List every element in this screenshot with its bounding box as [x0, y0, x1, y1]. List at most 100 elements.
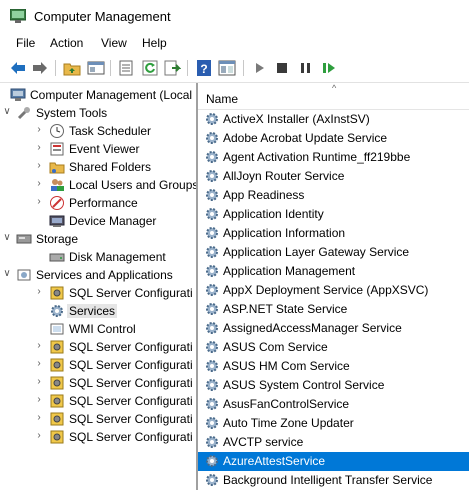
expand-chevron-right-icon[interactable]: › [34, 141, 44, 155]
expand-chevron-down-icon[interactable]: ∨ [2, 267, 12, 281]
service-name: AppX Deployment Service (AppXSVC) [223, 283, 429, 297]
tree-item-label: Services [67, 304, 118, 318]
back-icon[interactable] [9, 59, 27, 77]
expand-chevron-right-icon[interactable]: › [34, 429, 44, 443]
show-hide-tree-icon[interactable] [87, 59, 105, 77]
expand-chevron-right-icon[interactable]: › [34, 357, 44, 371]
expand-chevron-right-icon[interactable]: › [34, 285, 44, 299]
start-icon[interactable] [251, 59, 269, 77]
up-folder-icon[interactable] [63, 59, 81, 77]
service-row[interactable]: AsusFanControlService [198, 395, 469, 414]
service-name: AzureAttestService [223, 454, 326, 468]
tree-item[interactable]: › Event Viewer [0, 140, 196, 158]
service-gear-icon [204, 377, 220, 393]
resume-icon[interactable] [320, 59, 338, 77]
service-row[interactable]: App Readiness [198, 186, 469, 205]
view-icon[interactable] [218, 59, 236, 77]
service-row[interactable]: ActiveX Installer (AxInstSV) [198, 110, 469, 129]
services-list[interactable]: ^ Name ActiveX Installer (AxInstSV) Adobe… [198, 83, 469, 490]
tree-item[interactable]: › SQL Server Configurati [0, 428, 196, 446]
service-row[interactable]: AssignedAccessManager Service [198, 319, 469, 338]
pause-icon[interactable] [297, 59, 315, 77]
tree-item[interactable]: WMI Control [0, 320, 196, 338]
service-gear-icon [204, 434, 220, 450]
tree-item[interactable]: › SQL Server Configurati [0, 374, 196, 392]
expand-chevron-right-icon[interactable]: › [34, 411, 44, 425]
expand-chevron-right-icon[interactable]: › [34, 159, 44, 173]
service-gear-icon [204, 111, 220, 127]
tree-item[interactable]: Services [0, 302, 196, 320]
sql-config-icon [49, 393, 65, 409]
expand-chevron-down-icon[interactable]: ∨ [2, 105, 12, 119]
service-row[interactable]: ASUS System Control Service [198, 376, 469, 395]
column-header-name[interactable]: ^ Name [198, 83, 469, 110]
service-row[interactable]: Adobe Acrobat Update Service [198, 129, 469, 148]
menu-help[interactable]: Help [142, 36, 167, 50]
service-row[interactable]: Application Management [198, 262, 469, 281]
service-row[interactable]: Auto Time Zone Updater [198, 414, 469, 433]
service-row[interactable]: AppX Deployment Service (AppXSVC) [198, 281, 469, 300]
service-name: Auto Time Zone Updater [223, 416, 354, 430]
service-gear-icon [204, 453, 220, 469]
tree-item[interactable]: ∨ System Tools [0, 104, 196, 122]
disk-icon [49, 249, 65, 265]
service-row[interactable]: AzureAttestService [198, 452, 469, 471]
menu-view[interactable]: View [101, 36, 127, 50]
service-gear-icon [204, 396, 220, 412]
expand-chevron-right-icon[interactable]: › [34, 177, 44, 191]
expand-chevron-right-icon[interactable]: › [34, 375, 44, 389]
tree-item[interactable]: Computer Management (Local [0, 86, 196, 104]
service-row[interactable]: ASP.NET State Service [198, 300, 469, 319]
tree-item[interactable]: Disk Management [0, 248, 196, 266]
service-gear-icon [204, 263, 220, 279]
service-gear-icon [204, 168, 220, 184]
service-gear-icon [204, 244, 220, 260]
service-row[interactable]: Agent Activation Runtime_ff219bbe [198, 148, 469, 167]
toolbar: ? [0, 54, 469, 83]
tree-item[interactable]: ∨ Storage [0, 230, 196, 248]
service-gear-icon [204, 301, 220, 317]
service-row[interactable]: Application Layer Gateway Service [198, 243, 469, 262]
menu-action[interactable]: Action [50, 36, 83, 50]
menu-file[interactable]: File [16, 36, 35, 50]
console-tree[interactable]: Computer Management (Local ∨ System Tools ›… [0, 83, 196, 490]
service-row[interactable]: Application Identity [198, 205, 469, 224]
tree-item[interactable]: › SQL Server Configurati [0, 284, 196, 302]
service-row[interactable]: AllJoyn Router Service [198, 167, 469, 186]
service-row[interactable]: Background Intelligent Transfer Service [198, 471, 469, 490]
services-apps-icon [16, 267, 32, 283]
expand-chevron-right-icon[interactable]: › [34, 393, 44, 407]
tree-item[interactable]: Device Manager [0, 212, 196, 230]
service-row[interactable]: Application Information [198, 224, 469, 243]
service-name: ASP.NET State Service [223, 302, 348, 316]
tree-item[interactable]: › Local Users and Groups [0, 176, 196, 194]
tree-item-label: SQL Server Configurati [69, 340, 193, 354]
forward-icon[interactable] [31, 59, 49, 77]
service-row[interactable]: ASUS Com Service [198, 338, 469, 357]
service-name: Application Identity [223, 207, 324, 221]
tree-item[interactable]: › Shared Folders [0, 158, 196, 176]
tree-item[interactable]: › SQL Server Configurati [0, 338, 196, 356]
tree-item-label: Disk Management [69, 250, 166, 264]
service-name: Agent Activation Runtime_ff219bbe [223, 150, 411, 164]
expand-chevron-right-icon[interactable]: › [34, 339, 44, 353]
help-icon[interactable]: ? [195, 59, 213, 77]
export-list-icon[interactable] [163, 59, 181, 77]
users-icon [49, 177, 65, 193]
service-row[interactable]: ASUS HM Com Service [198, 357, 469, 376]
expand-chevron-right-icon[interactable]: › [34, 123, 44, 137]
tree-item[interactable]: › Task Scheduler [0, 122, 196, 140]
tree-item-label: WMI Control [69, 322, 136, 336]
tree-item[interactable]: › SQL Server Configurati [0, 410, 196, 428]
expand-chevron-right-icon[interactable]: › [34, 195, 44, 209]
properties-icon[interactable] [117, 59, 135, 77]
sql-config-icon [49, 339, 65, 355]
service-row[interactable]: AVCTP service [198, 433, 469, 452]
tree-item[interactable]: › Performance [0, 194, 196, 212]
tree-item[interactable]: › SQL Server Configurati [0, 356, 196, 374]
tree-item[interactable]: › SQL Server Configurati [0, 392, 196, 410]
expand-chevron-down-icon[interactable]: ∨ [2, 231, 12, 245]
tree-item[interactable]: ∨ Services and Applications [0, 266, 196, 284]
refresh-icon[interactable] [141, 59, 159, 77]
stop-icon[interactable] [273, 59, 291, 77]
